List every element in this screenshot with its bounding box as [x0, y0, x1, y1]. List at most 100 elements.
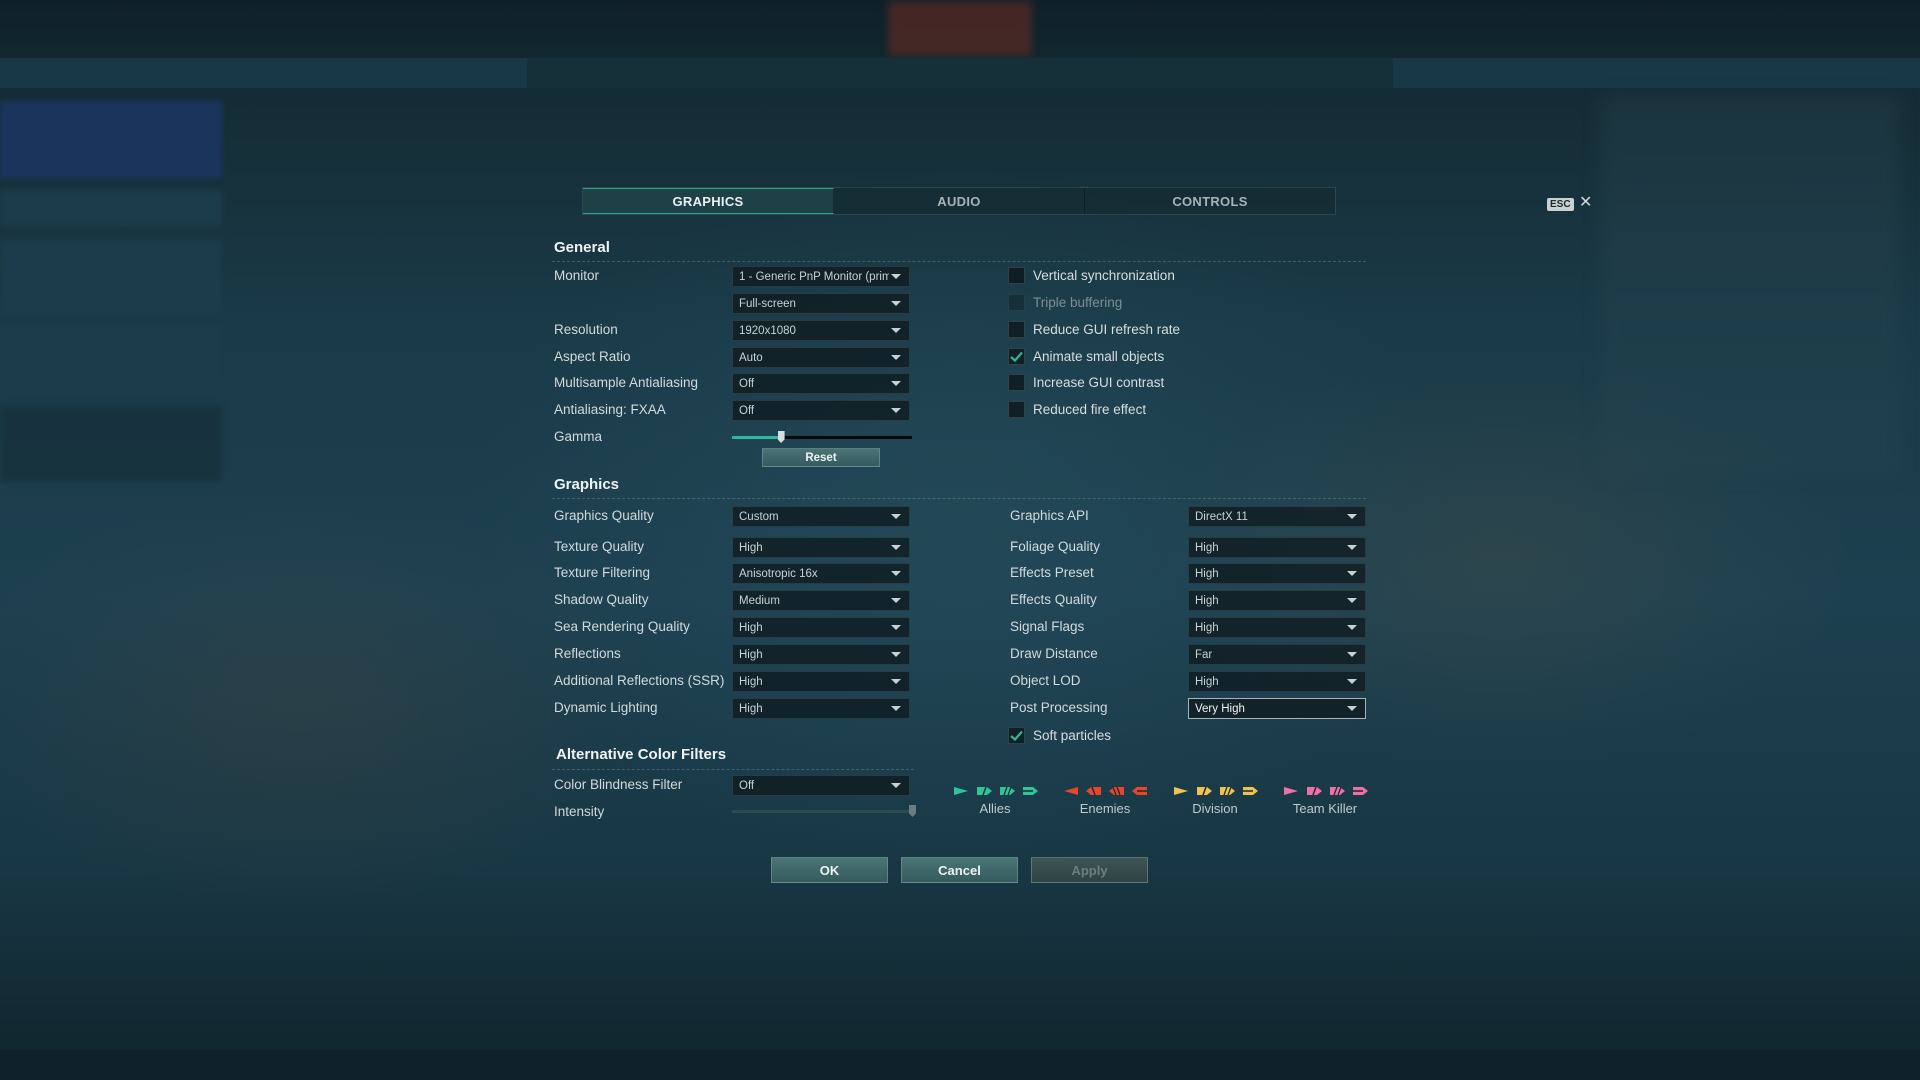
reduced-fire-effect-label: Reduced fire effect	[1033, 402, 1147, 417]
cancel-button[interactable]: Cancel	[901, 857, 1018, 883]
graphics-left-label-7: Dynamic Lighting	[554, 700, 658, 715]
destroyer-marker-icon	[953, 787, 968, 795]
graphics-right-dropdown-3[interactable]: High	[1188, 590, 1366, 611]
color-blindness-filter-label: Color Blindness Filter	[554, 777, 683, 792]
graphics-right-label-5: Draw Distance	[1010, 646, 1098, 661]
legend-label: Division	[1192, 801, 1238, 816]
graphics-left-dropdown-7[interactable]: High	[732, 698, 910, 719]
gamma-label: Gamma	[554, 429, 603, 444]
slider-thumb[interactable]	[777, 431, 785, 443]
legend-allies: Allies	[940, 785, 1050, 821]
graphics-left-dropdown-0[interactable]: Custom	[732, 506, 910, 527]
graphics-left-dropdown-4[interactable]: High	[732, 617, 910, 638]
background-card-campaign	[0, 406, 222, 482]
triple-buffering-label: Triple buffering	[1033, 295, 1123, 310]
legend-division: Division	[1160, 785, 1270, 821]
legend-label: Enemies	[1079, 801, 1131, 816]
aspect-ratio-label: Aspect Ratio	[554, 349, 631, 364]
chevron-down-icon	[891, 571, 901, 576]
resolution-dropdown[interactable]: 1920x1080	[732, 320, 910, 341]
esc-key-hint[interactable]: ESC	[1547, 198, 1574, 211]
carrier-marker-icon	[1242, 787, 1258, 795]
color-blindness-filter-dropdown[interactable]: Off	[732, 775, 910, 796]
section-title-graphics: Graphics	[554, 476, 620, 493]
graphics-left-dropdown-6[interactable]: High	[732, 671, 910, 692]
tab-controls[interactable]: CONTROLS	[1085, 188, 1335, 214]
graphics-right-dropdown-7[interactable]: Very High	[1188, 698, 1366, 719]
chevron-down-icon	[891, 381, 901, 386]
chevron-down-icon	[891, 679, 901, 684]
graphics-left-label-5: Reflections	[554, 646, 621, 661]
animate-small-objects-checkbox[interactable]	[1008, 348, 1025, 365]
triple-buffering-checkbox[interactable]	[1008, 294, 1025, 311]
legend-label: Allies	[979, 801, 1011, 816]
reduced-fire-effect-checkbox[interactable]	[1008, 401, 1025, 418]
background-commander-panel	[1600, 95, 1900, 475]
legend-enemies: Enemies	[1050, 785, 1160, 821]
section-divider	[552, 498, 1366, 499]
msaa-dropdown[interactable]: Off	[732, 373, 910, 394]
background-battle-button	[888, 2, 1032, 56]
gamma-slider[interactable]	[732, 430, 912, 446]
checkmark-icon	[1010, 730, 1023, 741]
background-bottom-bar	[0, 1050, 1920, 1080]
carrier-marker-icon	[1131, 787, 1147, 795]
slider-thumb[interactable]	[909, 805, 916, 817]
graphics-right-label-1: Foliage Quality	[1010, 539, 1101, 554]
graphics-right-label-0: Graphics API	[1010, 508, 1089, 523]
battleship-marker-icon	[999, 786, 1015, 796]
graphics-left-dropdown-1[interactable]: High	[732, 537, 910, 558]
intensity-slider[interactable]	[732, 804, 916, 820]
reduce-gui-refresh-checkbox[interactable]	[1008, 321, 1025, 338]
chevron-down-icon	[1347, 598, 1357, 603]
destroyer-marker-icon	[1173, 787, 1188, 795]
graphics-left-label-4: Sea Rendering Quality	[554, 619, 690, 634]
graphics-right-dropdown-5[interactable]: Far	[1188, 644, 1366, 665]
ok-button[interactable]: OK	[771, 857, 888, 883]
apply-button[interactable]: Apply	[1031, 857, 1148, 883]
section-title-color-filters: Alternative Color Filters	[556, 746, 727, 763]
chevron-down-icon	[891, 783, 901, 788]
graphics-right-dropdown-2[interactable]: High	[1188, 563, 1366, 584]
window-mode-dropdown[interactable]: Full-screen	[732, 293, 910, 314]
gamma-reset-button[interactable]: Reset	[762, 448, 880, 467]
chevron-down-icon	[1347, 625, 1357, 630]
chevron-down-icon	[891, 328, 901, 333]
increase-gui-contrast-checkbox[interactable]	[1008, 374, 1025, 391]
soft-particles-checkbox[interactable]	[1008, 727, 1025, 744]
monitor-label: Monitor	[554, 268, 600, 283]
tab-audio[interactable]: AUDIO	[834, 188, 1085, 214]
legend-icons	[1062, 785, 1149, 797]
graphics-left-label-6: Additional Reflections (SSR)	[554, 673, 725, 688]
graphics-left-dropdown-3[interactable]: Medium	[732, 590, 910, 611]
section-title-general: General	[554, 239, 610, 256]
close-icon[interactable]: ✕	[1579, 194, 1592, 212]
cruiser-marker-icon	[1085, 786, 1101, 796]
chevron-down-icon	[891, 514, 901, 519]
chevron-down-icon	[1347, 679, 1357, 684]
graphics-right-dropdown-1[interactable]: High	[1188, 537, 1366, 558]
graphics-left-dropdown-5[interactable]: High	[732, 644, 910, 665]
graphics-right-label-2: Effects Preset	[1010, 565, 1094, 580]
destroyer-marker-icon	[1063, 787, 1078, 795]
tab-graphics[interactable]: GRAPHICS	[583, 188, 834, 214]
graphics-right-label-6: Object LOD	[1010, 673, 1081, 688]
cruiser-marker-icon	[1196, 786, 1212, 796]
graphics-left-dropdown-2[interactable]: Anisotropic 16x	[732, 563, 910, 584]
chevron-down-icon	[1347, 514, 1357, 519]
fxaa-dropdown[interactable]: Off	[732, 400, 910, 421]
chevron-down-icon	[1347, 706, 1357, 711]
legend-icons	[1282, 785, 1369, 797]
vsync-checkbox[interactable]	[1008, 267, 1025, 284]
chevron-down-icon	[1347, 652, 1357, 657]
graphics-right-dropdown-6[interactable]: High	[1188, 671, 1366, 692]
graphics-left-label-0: Graphics Quality	[554, 508, 654, 523]
monitor-dropdown[interactable]: 1 - Generic PnP Monitor (prim	[732, 266, 910, 287]
fxaa-label: Antialiasing: FXAA	[554, 402, 666, 417]
aspect-ratio-dropdown[interactable]: Auto	[732, 347, 910, 368]
intensity-label: Intensity	[554, 804, 605, 819]
background-card-offer	[0, 326, 222, 392]
graphics-right-dropdown-4[interactable]: High	[1188, 617, 1366, 638]
graphics-right-dropdown-0[interactable]: DirectX 11	[1188, 506, 1366, 527]
section-divider	[552, 769, 914, 770]
